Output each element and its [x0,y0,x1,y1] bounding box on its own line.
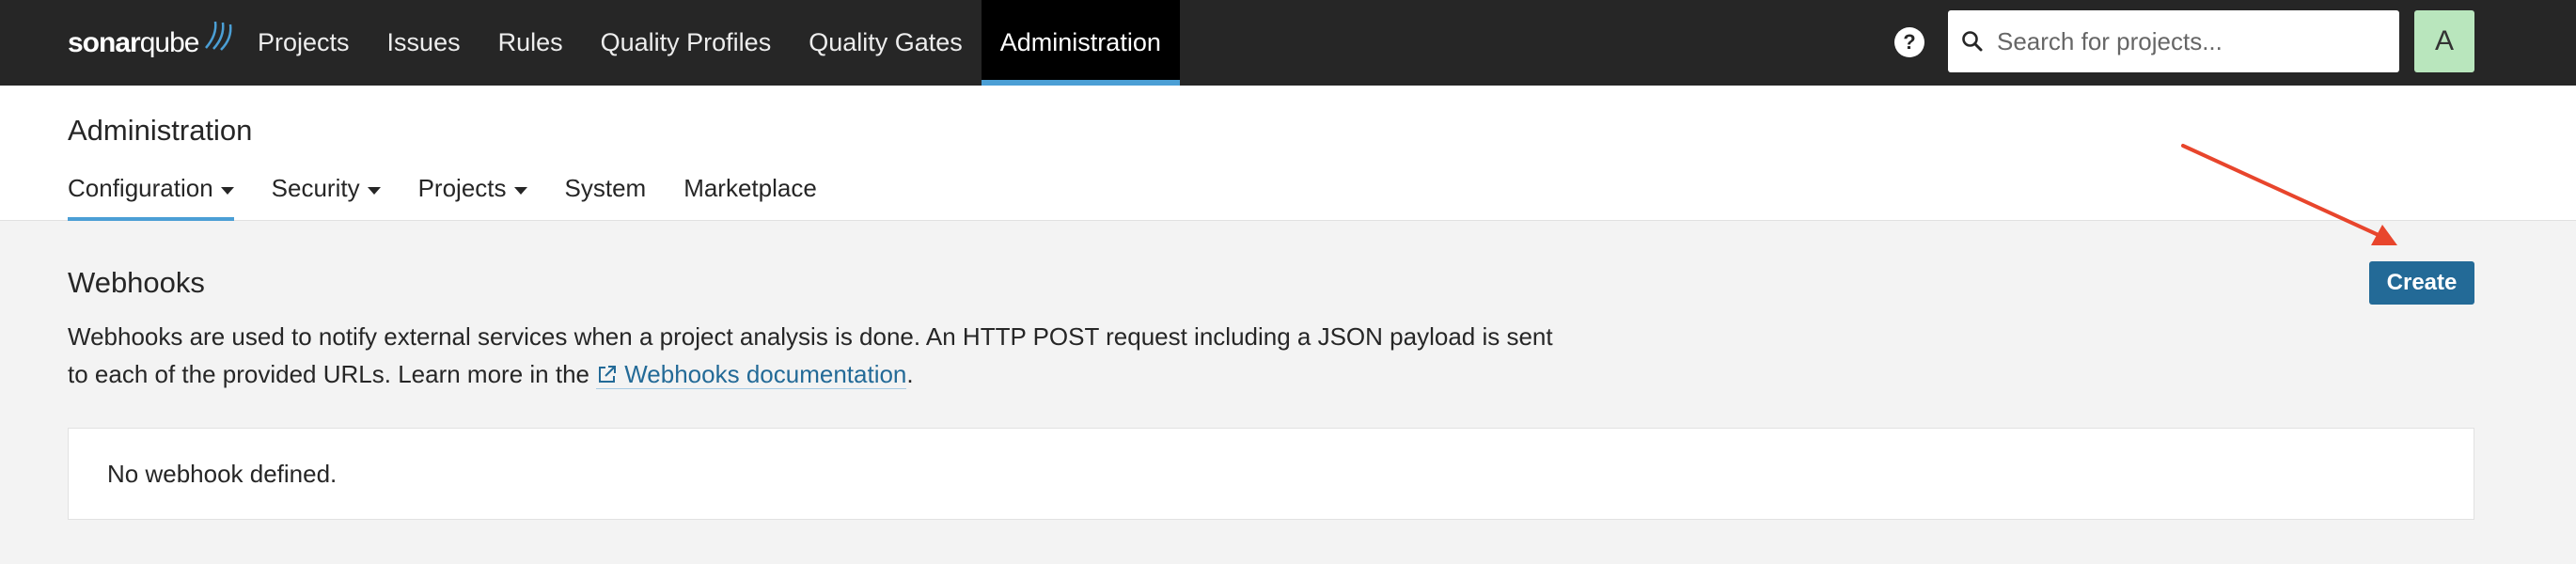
tab-security[interactable]: Security [272,174,381,221]
tab-configuration[interactable]: Configuration [68,174,234,221]
nav-rules[interactable]: Rules [479,0,582,86]
caret-down-icon [220,187,234,195]
caret-down-icon [513,187,527,195]
search-input[interactable] [1997,26,2382,56]
nav-issues[interactable]: Issues [369,0,479,86]
empty-state-message: No webhook defined. [107,459,338,488]
user-avatar[interactable]: A [2414,10,2474,72]
create-webhook-button[interactable]: Create [2369,261,2474,305]
tab-label: Marketplace [683,174,817,202]
webhooks-documentation-link[interactable]: Webhooks documentation [596,360,907,389]
webhooks-empty-state: No webhook defined. [68,428,2474,520]
tab-label: Projects [417,174,507,202]
nav-projects[interactable]: Projects [239,0,369,86]
sonarqube-logo[interactable]: sonar qube [68,15,234,71]
tab-label: Security [271,174,360,202]
tab-projects[interactable]: Projects [418,174,527,221]
description-line-1: Webhooks are used to notify external ser… [68,322,1553,351]
tab-label: Configuration [68,174,213,202]
administration-subnav: Configuration Security Projects System Marke… [68,174,855,221]
logo-text-light: qube [139,27,200,58]
nav-quality-profiles[interactable]: Quality Profiles [582,0,791,86]
nav-quality-gates[interactable]: Quality Gates [790,0,982,86]
external-link-icon [599,366,617,383]
caret-down-icon [367,187,381,195]
description-line-2: to each of the provided URLs. Learn more… [68,355,1591,393]
logo-text-bold: sonar [68,27,141,58]
top-navigation-bar: sonar qube Projects Issues Rules Quality Pro… [0,0,2576,86]
nav-administration[interactable]: Administration [981,0,1180,86]
app-root: sonar qube Projects Issues Rules Quality Pro… [0,0,2576,564]
tab-marketplace[interactable]: Marketplace [683,174,817,221]
logo-waves-icon [205,21,232,51]
annotation-arrow-icon [2181,144,2397,245]
tab-label: System [564,174,647,202]
description-line-2-text: to each of the provided URLs. Learn more… [68,360,589,388]
help-icon[interactable]: ? [1894,27,1924,57]
webhooks-documentation-link-text: Webhooks documentation [624,360,907,388]
webhooks-description: Webhooks are used to notify external ser… [68,318,1591,393]
page-title: Administration [68,114,253,147]
main-nav: Projects Issues Rules Quality Profiles Quali… [239,0,1180,86]
webhooks-title: Webhooks [68,266,205,299]
description-period: . [906,360,914,388]
project-search[interactable] [1948,10,2399,72]
tab-system[interactable]: System [565,174,647,221]
search-icon [1962,31,1983,52]
